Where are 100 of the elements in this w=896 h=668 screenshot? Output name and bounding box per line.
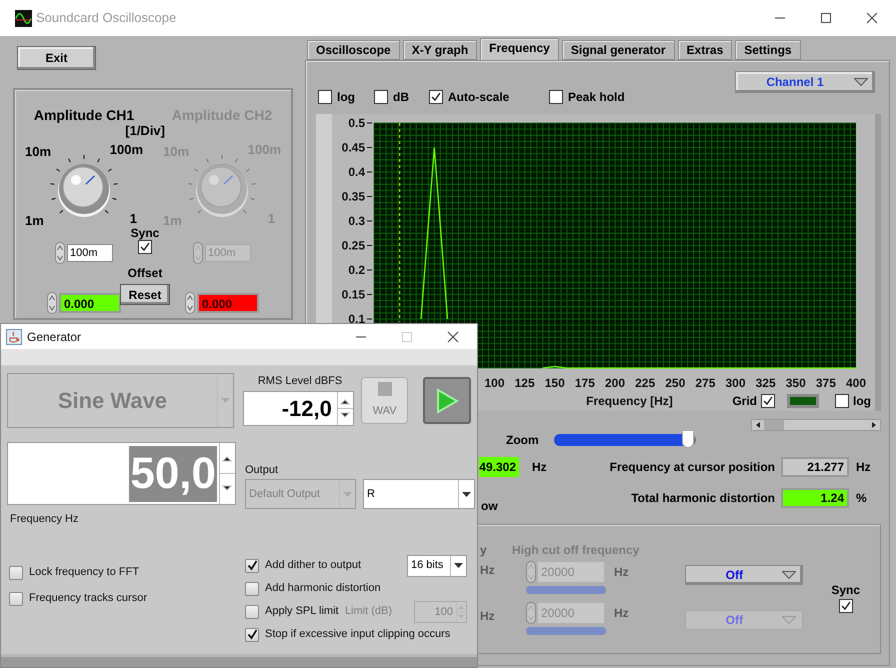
slider-thumb[interactable] xyxy=(682,430,694,448)
file-icon xyxy=(378,382,392,396)
checkbox[interactable] xyxy=(838,599,853,613)
scale-label: 10m xyxy=(25,143,52,161)
checkbox[interactable] xyxy=(761,394,775,408)
x-tick-label: 175 xyxy=(574,376,595,390)
x-axis-title: Frequency [Hz] xyxy=(586,394,673,408)
checkbox[interactable] xyxy=(9,592,23,606)
caret-icon xyxy=(462,492,471,496)
tab[interactable]: Frequency xyxy=(480,38,559,60)
cutoff-slider[interactable] xyxy=(526,586,606,594)
checkbox-label: Peak hold xyxy=(568,89,625,106)
scale-label: 100m xyxy=(110,141,143,159)
checkbox[interactable] xyxy=(835,394,849,408)
offset-field[interactable]: 0.000 xyxy=(59,293,121,313)
grid-label: Grid xyxy=(732,393,757,410)
scale-label: 1 xyxy=(130,210,137,228)
unit-label: % xyxy=(856,490,868,506)
partial-label: ow xyxy=(481,498,498,514)
tab[interactable]: Oscilloscope xyxy=(307,40,400,60)
unit-label: Hz xyxy=(856,458,872,476)
checkbox[interactable] xyxy=(245,558,259,572)
tab[interactable]: Extras xyxy=(678,40,732,60)
value-field[interactable]: 100m xyxy=(67,244,113,262)
y-tick-label: 0.2 xyxy=(348,263,365,277)
channel-dropdown[interactable]: Channel 1 xyxy=(735,71,875,93)
checkbox[interactable] xyxy=(318,90,332,104)
x-tick-label: 325 xyxy=(756,376,776,390)
tab[interactable]: Settings xyxy=(735,40,801,60)
scale-label: 1m xyxy=(25,212,44,230)
play-icon xyxy=(434,388,460,414)
checkbox-label: Frequency tracks cursor xyxy=(29,591,147,606)
caret-icon xyxy=(782,616,796,624)
rms-level-field[interactable]: -12,0 xyxy=(242,391,354,426)
x-tick-label: 400 xyxy=(846,376,866,390)
caret-icon xyxy=(343,492,352,496)
y-tick-label: 0.3 xyxy=(348,214,365,228)
checkbox-label: Apply SPL limit xyxy=(265,604,339,620)
checkbox[interactable] xyxy=(9,566,23,580)
peak-frequency-field: 49.302 xyxy=(479,456,519,476)
checkbox-label: Add dither to output xyxy=(265,558,362,574)
checkbox[interactable] xyxy=(245,604,259,618)
play-button[interactable] xyxy=(423,377,471,424)
x-tick-label: 275 xyxy=(695,376,716,390)
grid-color-swatch[interactable] xyxy=(787,394,819,408)
frequency-label: Frequency Hz xyxy=(10,512,80,527)
x-tick-label: 350 xyxy=(786,376,806,390)
output-channel-dropdown[interactable]: R xyxy=(363,479,475,509)
window-title: Soundcard Oscilloscope xyxy=(36,9,176,28)
channel-title: Amplitude CH1 xyxy=(34,106,134,124)
exit-button[interactable]: Exit xyxy=(17,46,96,70)
reset-button[interactable]: Reset xyxy=(120,284,170,305)
y-tick-label: 0.45 xyxy=(342,140,365,154)
x-tick-label: 100 xyxy=(484,376,505,390)
y-tick-label: 0.25 xyxy=(342,238,365,252)
thd-field: 1.24 xyxy=(781,488,849,508)
partial-label: Hz xyxy=(480,609,496,623)
unit-label: Hz xyxy=(532,458,547,476)
y-tick-label: 0.4 xyxy=(348,165,365,179)
checkbox[interactable] xyxy=(245,628,259,642)
checkbox[interactable] xyxy=(549,90,563,104)
sync-label: Sync xyxy=(831,582,860,599)
cursor-line[interactable] xyxy=(399,122,400,322)
spinner-arrows-icon[interactable] xyxy=(336,392,353,425)
checkbox[interactable] xyxy=(245,582,259,596)
close-icon[interactable] xyxy=(866,12,878,24)
checkbox[interactable] xyxy=(138,240,152,254)
filter-mode-dropdown[interactable]: Off xyxy=(685,565,804,585)
x-tick-label: 375 xyxy=(816,376,836,390)
unit-label: [1/Div] xyxy=(125,124,165,138)
window-title: Generator xyxy=(27,328,82,346)
thd-label: Total harmonic distortion xyxy=(631,490,775,506)
partial-label: y xyxy=(480,543,488,557)
x-tick-label: 250 xyxy=(665,376,686,390)
y-tick-label: 0.15 xyxy=(342,288,365,302)
checkbox-label: Auto-scale xyxy=(448,89,510,106)
close-icon[interactable] xyxy=(447,330,459,342)
cup-icon xyxy=(6,328,22,344)
tab[interactable]: X-Y graph xyxy=(402,40,478,60)
scrollbar[interactable] xyxy=(751,419,881,431)
maximize-icon[interactable] xyxy=(820,12,832,24)
caret-icon xyxy=(454,563,463,568)
limit-label: Limit (dB) xyxy=(344,604,392,620)
checkbox-label: dB xyxy=(393,89,409,106)
cursor-frequency-label: Frequency at cursor position xyxy=(610,458,775,476)
tab[interactable]: Signal generator xyxy=(562,40,675,60)
checkbox[interactable] xyxy=(374,90,388,104)
output-label: Output xyxy=(245,464,280,476)
bit-depth-dropdown[interactable]: 16 bits xyxy=(407,554,467,576)
scroll-thumb[interactable] xyxy=(764,420,784,430)
checkbox-label: log xyxy=(853,393,871,410)
sine-wave-icon xyxy=(15,10,32,26)
sync-label: Sync xyxy=(130,226,160,240)
caret-icon xyxy=(854,78,868,86)
y-tick-label: 0.35 xyxy=(342,190,365,204)
unit-label: Hz xyxy=(614,605,629,622)
checkbox-label: Stop if excessive input clipping occurs xyxy=(265,627,450,642)
zoom-label: Zoom xyxy=(506,432,540,449)
checkbox[interactable] xyxy=(429,90,443,104)
x-tick-label: 150 xyxy=(544,376,565,390)
